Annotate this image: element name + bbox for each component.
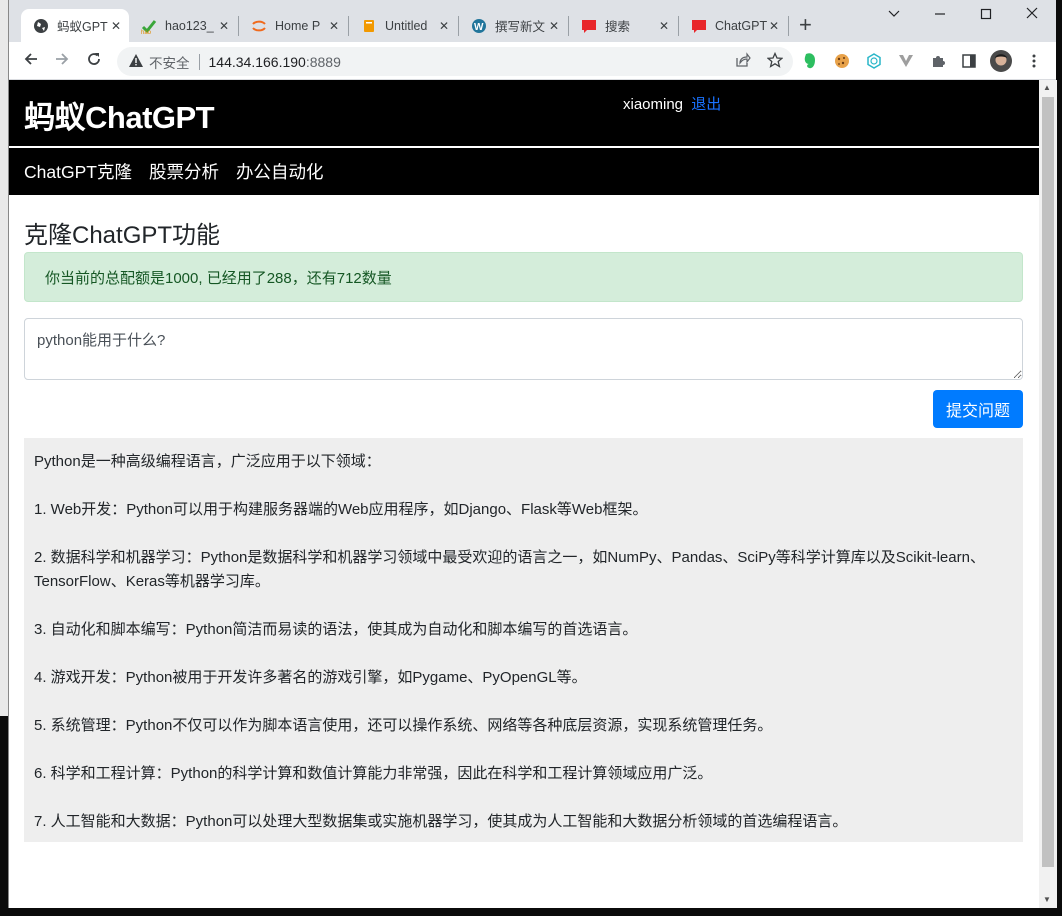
svg-text:hao: hao <box>141 30 152 34</box>
globe-icon <box>33 18 49 34</box>
tab-title: ChatGPT <box>715 18 767 33</box>
question-input[interactable]: python能用于什么? <box>24 318 1023 380</box>
orange-arc-icon <box>251 18 267 34</box>
answer-paragraph: 1. Web开发：Python可以用于构建服务器端的Web应用程序，如Djang… <box>34 501 648 518</box>
scrollbar-thumb[interactable] <box>1042 97 1054 867</box>
page-viewport: 蚂蚁ChatGPT xiaoming 退出 ChatGPT克隆 股票分析 办公自… <box>9 80 1039 908</box>
evernote-icon[interactable] <box>801 52 819 70</box>
share-icon[interactable] <box>735 52 751 72</box>
desktop-background <box>0 716 8 916</box>
tab-title: 撰写新文 <box>495 20 546 34</box>
tab-wordpress[interactable]: W 撰写新文 ✕ <box>459 9 567 42</box>
nav-office-automation[interactable]: 办公自动化 <box>236 159 324 184</box>
sidepanel-icon[interactable] <box>960 52 978 70</box>
puzzle-icon[interactable] <box>929 52 947 70</box>
quota-alert: 你当前的总配额是1000, 已经用了288，还有712数量 <box>24 252 1023 302</box>
close-window-icon[interactable] <box>1025 6 1039 23</box>
answer-paragraph: 5. 系统管理：Python不仅可以作为脚本语言使用，还可以操作系统、网络等各种… <box>34 717 773 734</box>
close-tab-icon[interactable]: ✕ <box>111 19 121 33</box>
answer-paragraph: 6. 科学和工程计算：Python的科学计算和数值计算能力非常强，因此在科学和工… <box>34 765 713 782</box>
svg-text:W: W <box>474 22 484 33</box>
submit-question-button[interactable]: 提交问题 <box>933 390 1023 428</box>
v-icon[interactable] <box>897 52 915 70</box>
site-nav: ChatGPT克隆 股票分析 办公自动化 <box>9 148 1039 195</box>
scroll-down-arrow-icon[interactable]: ▼ <box>1043 895 1051 904</box>
tab-title: Home P <box>275 18 321 33</box>
reload-icon[interactable] <box>86 51 102 72</box>
tab-mayi-gpt[interactable]: 蚂蚁GPT ✕ <box>21 9 129 42</box>
tab-title: 蚂蚁GPT <box>57 20 108 34</box>
browser-window: 蚂蚁GPT ✕ hao hao123_ ✕ Home P ✕ Untitled … <box>8 0 1057 908</box>
wordpress-icon: W <box>471 18 487 34</box>
url-port: :8889 <box>305 53 341 70</box>
tab-title: Untitled <box>385 18 428 33</box>
answer-paragraph: 3. 自动化和脚本编写：Python简洁而易读的语法，使其成为自动化和脚本编写的… <box>34 621 638 638</box>
close-tab-icon[interactable]: ✕ <box>769 19 779 33</box>
address-bar[interactable]: 不安全 144.34.166.190:8889 <box>117 47 793 76</box>
minimize-icon[interactable] <box>933 6 947 23</box>
tab-search-chevron-icon[interactable] <box>887 6 901 23</box>
url-host: 144.34.166.190 <box>208 53 306 70</box>
close-tab-icon[interactable]: ✕ <box>659 19 669 33</box>
site-brand[interactable]: 蚂蚁ChatGPT <box>24 92 215 137</box>
hao123-icon: hao <box>141 18 157 34</box>
tab-untitled[interactable]: Untitled ✕ <box>349 9 457 42</box>
red-chat-icon <box>691 18 707 34</box>
tab-search[interactable]: 搜索 ✕ <box>569 9 677 42</box>
back-icon[interactable] <box>23 51 39 72</box>
forward-icon[interactable] <box>54 51 70 72</box>
close-tab-icon[interactable]: ✕ <box>329 19 339 33</box>
bookmark-star-icon[interactable] <box>766 51 784 72</box>
user-info: xiaoming 退出 <box>623 93 721 114</box>
address-separator <box>198 53 200 70</box>
red-chat-icon <box>581 18 597 34</box>
tab-hao123[interactable]: hao hao123_ ✕ <box>129 9 237 42</box>
close-tab-icon[interactable]: ✕ <box>219 19 229 33</box>
scroll-up-arrow-icon[interactable]: ▲ <box>1043 83 1051 92</box>
answer-paragraph: 4. 游戏开发：Python被用于开发许多著名的游戏引擎，如Pygame、PyO… <box>34 669 587 686</box>
tab-home[interactable]: Home P ✕ <box>239 9 347 42</box>
book-icon <box>361 18 377 34</box>
url-text[interactable]: 144.34.166.190:8889 <box>209 54 341 70</box>
page-title: 克隆ChatGPT功能 <box>24 222 221 249</box>
answer-paragraph: 2. 数据科学和机器学习：Python是数据科学和机器学习领域中最受欢迎的语言之… <box>34 549 985 590</box>
tab-chatgpt[interactable]: ChatGPT ✕ <box>679 9 787 42</box>
profile-avatar[interactable] <box>990 50 1012 72</box>
nav-stock-analysis[interactable]: 股票分析 <box>149 159 219 184</box>
answer-paragraph: Python是一种高级编程语言，广泛应用于以下领域： <box>34 453 381 470</box>
warning-icon <box>129 53 143 70</box>
nav-chatgpt-clone[interactable]: ChatGPT克隆 <box>24 159 132 184</box>
tab-strip: 蚂蚁GPT ✕ hao hao123_ ✕ Home P ✕ Untitled … <box>9 0 1056 42</box>
browser-toolbar: 不安全 144.34.166.190:8889 <box>9 42 1056 80</box>
close-tab-icon[interactable]: ✕ <box>549 19 559 33</box>
site-header: 蚂蚁ChatGPT xiaoming 退出 <box>9 80 1039 146</box>
tab-title: hao123_ <box>165 18 214 33</box>
close-tab-icon[interactable]: ✕ <box>439 19 449 33</box>
answer-paragraph: 7. 人工智能和大数据：Python可以处理大型数据集或实施机器学习，使其成为人… <box>34 813 848 830</box>
username: xiaoming <box>623 96 684 113</box>
tab-title: 搜索 <box>605 20 631 34</box>
answer-panel: Python是一种高级编程语言，广泛应用于以下领域： 1. Web开发：Pyth… <box>24 438 1023 842</box>
security-label[interactable]: 不安全 <box>149 52 190 72</box>
logout-link[interactable]: 退出 <box>691 96 721 113</box>
menu-icon[interactable] <box>1025 52 1043 70</box>
maximize-icon[interactable] <box>979 6 993 23</box>
tab-separator <box>788 16 789 36</box>
web-icon[interactable] <box>865 52 883 70</box>
new-tab-button[interactable]: + <box>799 12 812 38</box>
cookie-icon[interactable] <box>833 52 851 70</box>
page-scrollbar[interactable]: ▲ ▼ <box>1039 80 1057 908</box>
